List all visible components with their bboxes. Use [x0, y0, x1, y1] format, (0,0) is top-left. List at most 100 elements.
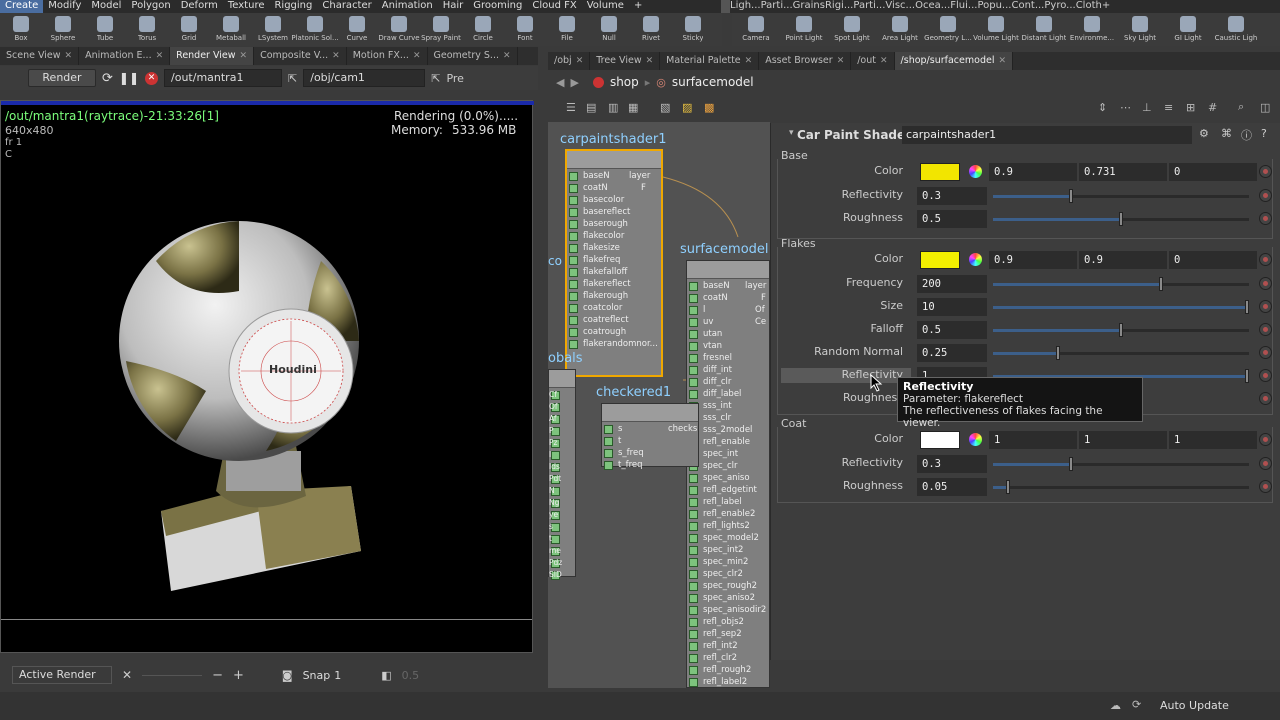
shelf-tool-caustic-ligh[interactable]: Caustic Ligh: [1212, 13, 1260, 46]
coat-reflectivity-slider[interactable]: [993, 457, 1249, 471]
tab-geometry-s[interactable]: Geometry S... ✕: [428, 47, 518, 65]
shelf-tool-rivet[interactable]: Rivet: [630, 13, 672, 46]
close-icon[interactable]: ✕: [576, 52, 584, 70]
render-button[interactable]: Render: [28, 69, 96, 87]
flakes-size-slider[interactable]: [993, 300, 1249, 314]
color-wheel-icon[interactable]: [969, 433, 982, 446]
tree-icon[interactable]: ▤: [586, 101, 596, 114]
flakes-random-normal-field[interactable]: 0.25: [917, 344, 987, 362]
node-name-field[interactable]: carpaintshader1: [902, 126, 1192, 144]
path-shop[interactable]: shop: [610, 75, 639, 89]
coat-roughness-slider[interactable]: [993, 480, 1249, 494]
menu-flui-[interactable]: Flui...: [950, 0, 977, 13]
close-icon[interactable]: ✕: [332, 47, 340, 65]
base-reflectivity-field[interactable]: 0.3: [917, 187, 987, 205]
menu-cloud-fx[interactable]: Cloud FX: [527, 0, 581, 13]
reset-icon[interactable]: [1259, 433, 1272, 446]
snapshot-icon[interactable]: ◙: [282, 669, 293, 682]
shelf-tool-gi-light[interactable]: GI Light: [1164, 13, 1212, 46]
tab-render-view[interactable]: Render View ✕: [170, 47, 255, 65]
shelf-tool-draw-curve[interactable]: Draw Curve: [378, 13, 420, 46]
shelf-tool-sphere[interactable]: Sphere: [42, 13, 84, 46]
shelf-tool-metaball[interactable]: Metaball: [210, 13, 252, 46]
coat-color-b[interactable]: 1: [1169, 431, 1257, 449]
tab-obj[interactable]: /obj ✕: [548, 52, 591, 70]
close-icon[interactable]: ✕: [837, 52, 845, 70]
close-icon[interactable]: ✕: [646, 52, 654, 70]
shelf-tool-area-light[interactable]: Area Light: [876, 13, 924, 46]
menu-visc-[interactable]: Visc...: [885, 0, 915, 13]
tab-motion-fx[interactable]: Motion FX... ✕: [347, 47, 428, 65]
menu-character[interactable]: Character: [317, 0, 376, 13]
menu-rigi-[interactable]: Rigi...: [825, 0, 853, 13]
base-color-b[interactable]: 0: [1169, 163, 1257, 181]
shelf-tool-platonic-sol-[interactable]: Platonic Sol...: [291, 13, 339, 46]
close-icon[interactable]: ✕: [240, 47, 248, 65]
timeline-slider[interactable]: [142, 674, 203, 676]
collapse-icon[interactable]: ▾: [789, 128, 794, 138]
flakes-frequency-field[interactable]: 200: [917, 275, 987, 293]
coat-roughness-field[interactable]: 0.05: [917, 478, 987, 496]
search-icon[interactable]: ⌕: [1238, 100, 1244, 114]
reset-icon[interactable]: [1259, 189, 1272, 202]
menu-ocea-[interactable]: Ocea...: [915, 0, 950, 13]
back-icon[interactable]: ◀: [556, 76, 564, 89]
shelf-tool-null[interactable]: Null: [588, 13, 630, 46]
flakes-size-field[interactable]: 10: [917, 298, 987, 316]
reset-icon[interactable]: [1259, 457, 1272, 470]
flakes-falloff-slider[interactable]: [993, 323, 1249, 337]
preview-toggle[interactable]: Pre: [446, 72, 464, 85]
menu--[interactable]: +: [1102, 0, 1110, 13]
menu-rigging[interactable]: Rigging: [269, 0, 317, 13]
shelf-tool-spot-light[interactable]: Spot Light: [828, 13, 876, 46]
info-icon[interactable]: ⓘ: [1241, 127, 1252, 143]
network-editor[interactable]: carpaintshader1 baseN coatN basecolor baser…: [548, 122, 770, 688]
shelf-tool-spray-paint[interactable]: Spray Paint: [420, 13, 462, 46]
shelf-tool-geometry-l-[interactable]: Geometry L...: [924, 13, 972, 46]
close-icon[interactable]: ✕: [503, 47, 511, 65]
coat-color-g[interactable]: 1: [1079, 431, 1167, 449]
network-grid-icon[interactable]: ⊞: [1186, 101, 1195, 114]
close-icon[interactable]: ✕: [122, 668, 132, 682]
reset-icon[interactable]: [1259, 480, 1272, 493]
flakes-falloff-field[interactable]: 0.5: [917, 321, 987, 339]
menu-popu-[interactable]: Popu...: [977, 0, 1011, 13]
flakes-color-r[interactable]: 0.9: [989, 251, 1077, 269]
active-render-select[interactable]: Active Render: [12, 666, 112, 684]
cloud-icon[interactable]: ☁: [1110, 699, 1121, 712]
reset-icon[interactable]: [1259, 212, 1272, 225]
render-viewport[interactable]: /out/mantra1(raytrace)-21:33:26[1] 640x4…: [0, 100, 534, 653]
shelf-tool-circle[interactable]: Circle: [462, 13, 504, 46]
reset-icon[interactable]: [1259, 277, 1272, 290]
layout-icon[interactable]: ▥: [608, 101, 618, 114]
coat-color-r[interactable]: 1: [989, 431, 1077, 449]
pick-rop-icon[interactable]: ⇱: [288, 72, 297, 85]
base-reflectivity-slider[interactable]: [993, 189, 1249, 203]
view-icon[interactable]: ◫: [1260, 101, 1270, 114]
align-icon[interactable]: ⇕: [1098, 101, 1107, 114]
help-icon[interactable]: ?: [1261, 127, 1267, 140]
menu-modify[interactable]: Modify: [43, 0, 86, 13]
menu-texture[interactable]: Texture: [223, 0, 270, 13]
shelf-tool-file[interactable]: File: [546, 13, 588, 46]
tab-composite-v[interactable]: Composite V... ✕: [254, 47, 347, 65]
coat-reflectivity-field[interactable]: 0.3: [917, 455, 987, 473]
reset-icon[interactable]: [1259, 323, 1272, 336]
menu-polygon[interactable]: Polygon: [126, 0, 175, 13]
tab-tree-view[interactable]: Tree View ✕: [590, 52, 661, 70]
path-node[interactable]: surfacemodel: [672, 75, 754, 89]
menu-animation[interactable]: Animation: [377, 0, 438, 13]
reset-icon[interactable]: [1259, 300, 1272, 313]
flakes-color-g[interactable]: 0.9: [1079, 251, 1167, 269]
menu-deform[interactable]: Deform: [176, 0, 223, 13]
color-wheel-icon[interactable]: [969, 165, 982, 178]
grid-snap-icon[interactable]: #: [1208, 101, 1217, 114]
auto-update-select[interactable]: Auto Update: [1152, 697, 1256, 715]
menu-volume[interactable]: Volume: [582, 0, 629, 13]
flakes-color-b[interactable]: 0: [1169, 251, 1257, 269]
shelf-tool-volume-light[interactable]: Volume Light: [972, 13, 1020, 46]
base-color-r[interactable]: 0.9: [989, 163, 1077, 181]
menu-ligh-[interactable]: Ligh...: [730, 0, 761, 13]
shelf-tool-environme-[interactable]: Environme...: [1068, 13, 1116, 46]
refresh-icon[interactable]: ⟳: [102, 71, 113, 86]
